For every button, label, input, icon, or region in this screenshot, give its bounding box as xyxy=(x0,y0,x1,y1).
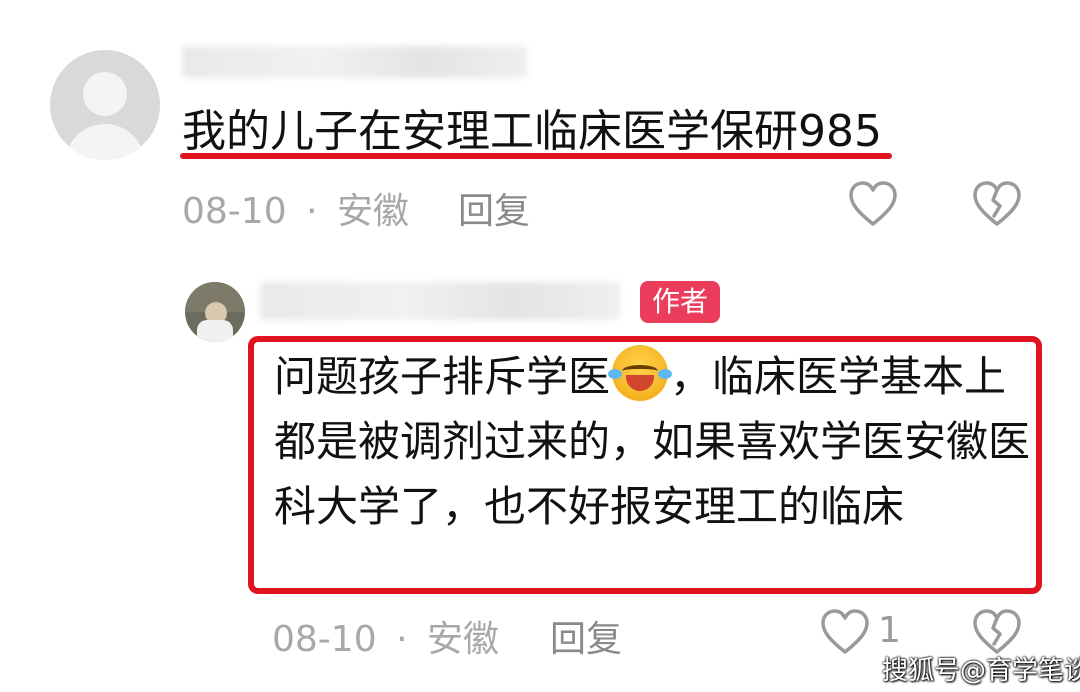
meta-separator: · xyxy=(396,619,408,660)
laughing-crying-emoji-icon xyxy=(608,345,673,401)
tear-left xyxy=(608,369,623,379)
reply-date: 08-10 xyxy=(272,619,377,660)
avatar[interactable] xyxy=(50,50,160,160)
author-username-blurred[interactable] xyxy=(260,282,620,320)
comment-text: 我的儿子在安理工临床医学保研985 xyxy=(182,106,882,157)
tear-right xyxy=(658,369,673,379)
author-badge: 作者 xyxy=(640,281,721,323)
comment-meta: 08-10 · 安徽 xyxy=(182,182,409,234)
reply-button[interactable]: 回复 xyxy=(458,182,530,234)
username-blurred[interactable] xyxy=(182,46,527,78)
reply-location: 安徽 xyxy=(426,619,499,660)
comment-location: 安徽 xyxy=(336,191,409,232)
avatar-head xyxy=(83,72,127,116)
heart-icon[interactable] xyxy=(820,608,870,656)
reply-button[interactable]: 回复 xyxy=(550,610,622,662)
author-avatar[interactable] xyxy=(185,282,245,342)
comment-date: 08-10 xyxy=(182,191,287,232)
broken-heart-icon[interactable] xyxy=(972,608,1022,656)
watermark: 搜狐号@育学笔谈 xyxy=(882,656,1080,686)
avatar-shirt xyxy=(197,320,233,342)
reply-text: 问题孩子排斥学医 ，临床医学基本上都是被调剂过来的，如果喜欢学医安徽医科大学了，也… xyxy=(274,344,1034,539)
heart-icon[interactable] xyxy=(848,180,898,228)
avatar-body xyxy=(65,124,145,160)
red-underline-annotation xyxy=(180,153,892,159)
meta-separator: · xyxy=(306,191,318,232)
reply-meta: 08-10 · 安徽 xyxy=(272,610,499,662)
like-count: 1 xyxy=(878,610,901,651)
reply-text-part1: 问题孩子排斥学医 xyxy=(274,352,611,401)
broken-heart-icon[interactable] xyxy=(972,180,1022,228)
